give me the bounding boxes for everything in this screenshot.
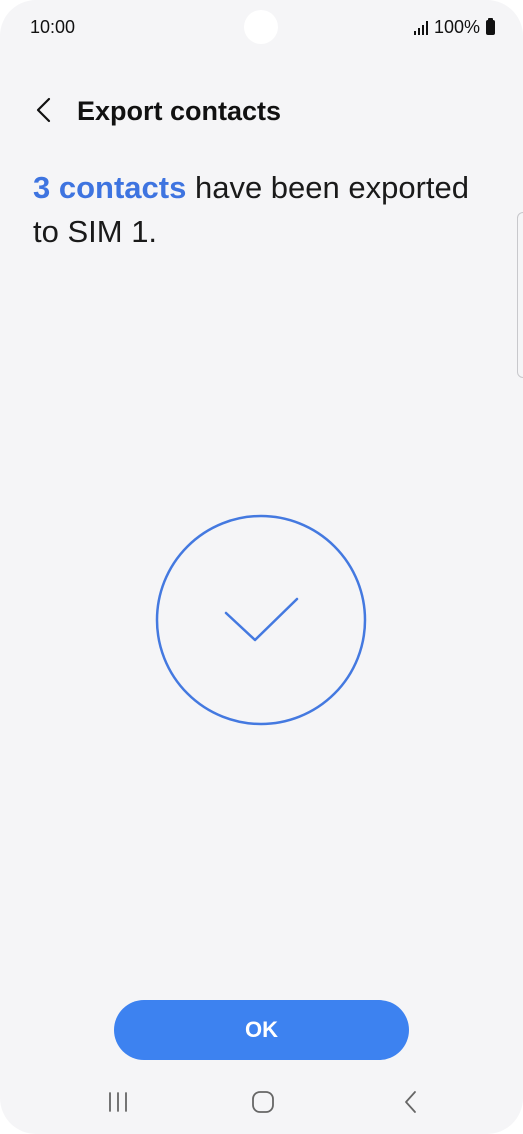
status-time: 10:00 [30, 17, 76, 37]
nav-back-button[interactable] [381, 1076, 441, 1128]
status-indicators: 100% [413, 17, 495, 38]
page-title: Export contacts [77, 96, 282, 126]
signal-icon [413, 20, 428, 35]
back-icon [405, 1091, 416, 1113]
app-header: Export contacts [0, 88, 523, 134]
contacts-count: 3 contacts [33, 170, 187, 205]
home-button[interactable] [233, 1076, 293, 1128]
scroll-indicator [517, 212, 523, 378]
checkmark-circle-icon [155, 514, 367, 726]
battery-percentage: 100% [433, 17, 480, 37]
camera-cutout [244, 10, 278, 44]
recents-icon [109, 1092, 127, 1112]
screen: 10:00 100% Export contacts 3 contacts ha… [0, 0, 523, 1134]
recents-button[interactable] [88, 1076, 148, 1128]
home-icon [252, 1091, 274, 1113]
status-bar: 10:00 100% [0, 0, 523, 56]
chevron-left-icon [36, 97, 51, 123]
back-button[interactable] [24, 90, 64, 130]
battery-icon [486, 18, 495, 35]
navigation-bar [0, 1076, 523, 1128]
ok-button[interactable]: OK [114, 1000, 409, 1060]
export-result-message: 3 contacts have been exported to SIM 1. [33, 166, 473, 254]
